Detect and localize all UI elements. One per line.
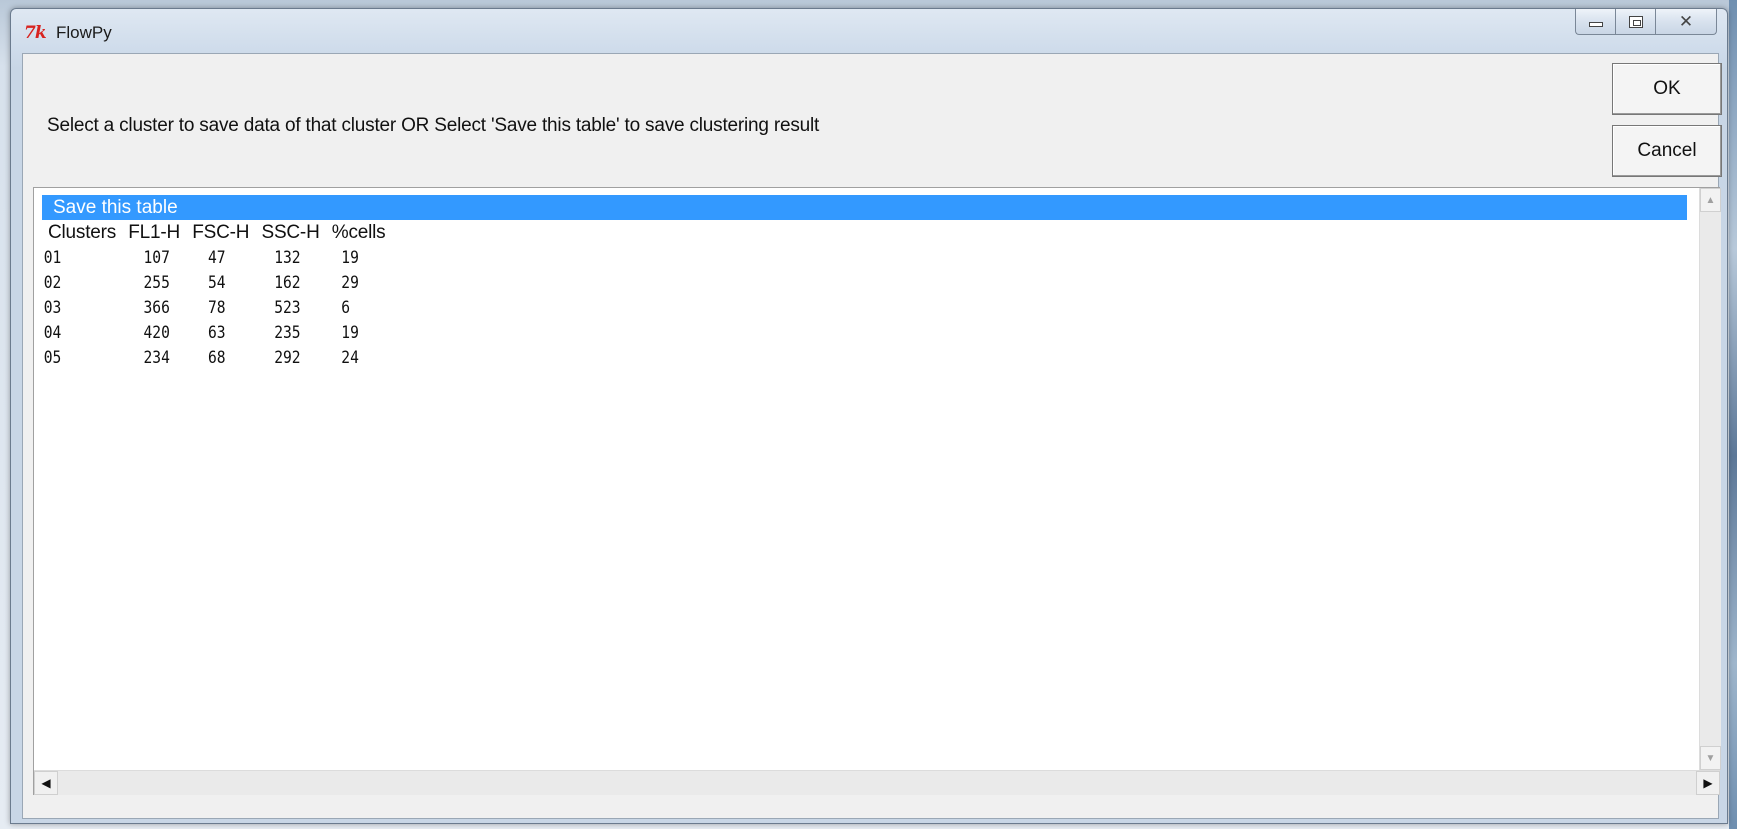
cell-cells: 29 xyxy=(341,273,359,293)
list-item[interactable]: 02 255 54 162 29 xyxy=(42,271,1457,296)
cluster-listbox[interactable]: Save this table Clusters FL1-H FSC-H SSC… xyxy=(33,187,1721,795)
scroll-right-icon[interactable]: ▶ xyxy=(1696,771,1720,795)
window-title: FlowPy xyxy=(56,23,112,42)
cell-ssch: 162 xyxy=(274,273,301,293)
cell-cells: 19 xyxy=(341,323,359,343)
cell-cells: 19 xyxy=(341,248,359,268)
flowpy-window: 7k FlowPy ✕ Select a cluster to save dat… xyxy=(10,8,1728,824)
tk-feather-icon: 7k xyxy=(24,23,47,43)
header-fsch: FSC-H xyxy=(192,222,250,243)
list-item[interactable]: 01 107 47 132 19 xyxy=(42,246,1457,271)
scroll-down-icon[interactable]: ▼ xyxy=(1700,746,1721,770)
ok-button[interactable]: OK xyxy=(1612,63,1722,115)
cell-cluster: 04 xyxy=(43,323,62,343)
cell-cluster: 03 xyxy=(43,298,62,318)
header-fl1h: FL1-H xyxy=(128,222,181,243)
cell-cells: 24 xyxy=(341,348,359,368)
list-item[interactable]: 05 234 68 292 24 xyxy=(42,346,1457,371)
cell-cells: 6 xyxy=(341,298,351,318)
cell-ssch: 523 xyxy=(274,298,301,318)
cell-cluster: 02 xyxy=(43,273,62,293)
list-item-header[interactable]: Clusters FL1-H FSC-H SSC-H %cells xyxy=(42,220,1687,246)
list-item[interactable]: 03 366 78 523 6 xyxy=(42,296,1457,321)
dialog-body: Select a cluster to save data of that cl… xyxy=(22,53,1722,819)
restore-icon xyxy=(1628,15,1643,28)
caption-buttons: ✕ xyxy=(1575,9,1717,37)
cell-ssch: 235 xyxy=(274,323,301,343)
cell-ssch: 132 xyxy=(274,248,301,268)
cell-fsch: 63 xyxy=(207,323,226,343)
background-window-edge xyxy=(1729,0,1737,829)
cell-fl1h: 234 xyxy=(143,348,170,368)
cell-fsch: 68 xyxy=(207,348,226,368)
vertical-scrollbar[interactable]: ▲ ▼ xyxy=(1699,188,1721,770)
cancel-button[interactable]: Cancel xyxy=(1612,125,1722,177)
list-item-save-table[interactable]: Save this table xyxy=(42,195,1687,220)
close-icon: ✕ xyxy=(1678,11,1694,32)
cell-ssch: 292 xyxy=(274,348,301,368)
cell-fsch: 54 xyxy=(207,273,226,293)
close-button[interactable]: ✕ xyxy=(1655,9,1717,35)
cell-fsch: 78 xyxy=(207,298,226,318)
cell-cluster: 05 xyxy=(43,348,62,368)
instruction-message: Select a cluster to save data of that cl… xyxy=(47,115,820,136)
list-item[interactable]: 04 420 63 235 19 xyxy=(42,321,1457,346)
title-bar[interactable]: 7k FlowPy ✕ xyxy=(11,9,1727,53)
maximize-button[interactable] xyxy=(1615,9,1655,35)
horizontal-scrollbar[interactable]: ◀ ▶ xyxy=(34,770,1720,795)
cell-fl1h: 420 xyxy=(143,323,170,343)
header-clusters: Clusters xyxy=(48,222,117,243)
cell-fl1h: 107 xyxy=(143,248,170,268)
listbox-items: Save this table Clusters FL1-H FSC-H SSC… xyxy=(42,195,1687,371)
cell-fsch: 47 xyxy=(207,248,226,268)
cell-fl1h: 366 xyxy=(143,298,170,318)
scroll-up-icon[interactable]: ▲ xyxy=(1700,188,1721,212)
cell-cluster: 01 xyxy=(43,248,62,268)
cell-fl1h: 255 xyxy=(143,273,170,293)
header-cells: %cells xyxy=(331,222,386,243)
header-ssch: SSC-H xyxy=(261,222,320,243)
minimize-icon xyxy=(1588,22,1603,27)
scroll-left-icon[interactable]: ◀ xyxy=(34,771,58,795)
minimize-button[interactable] xyxy=(1575,9,1615,35)
